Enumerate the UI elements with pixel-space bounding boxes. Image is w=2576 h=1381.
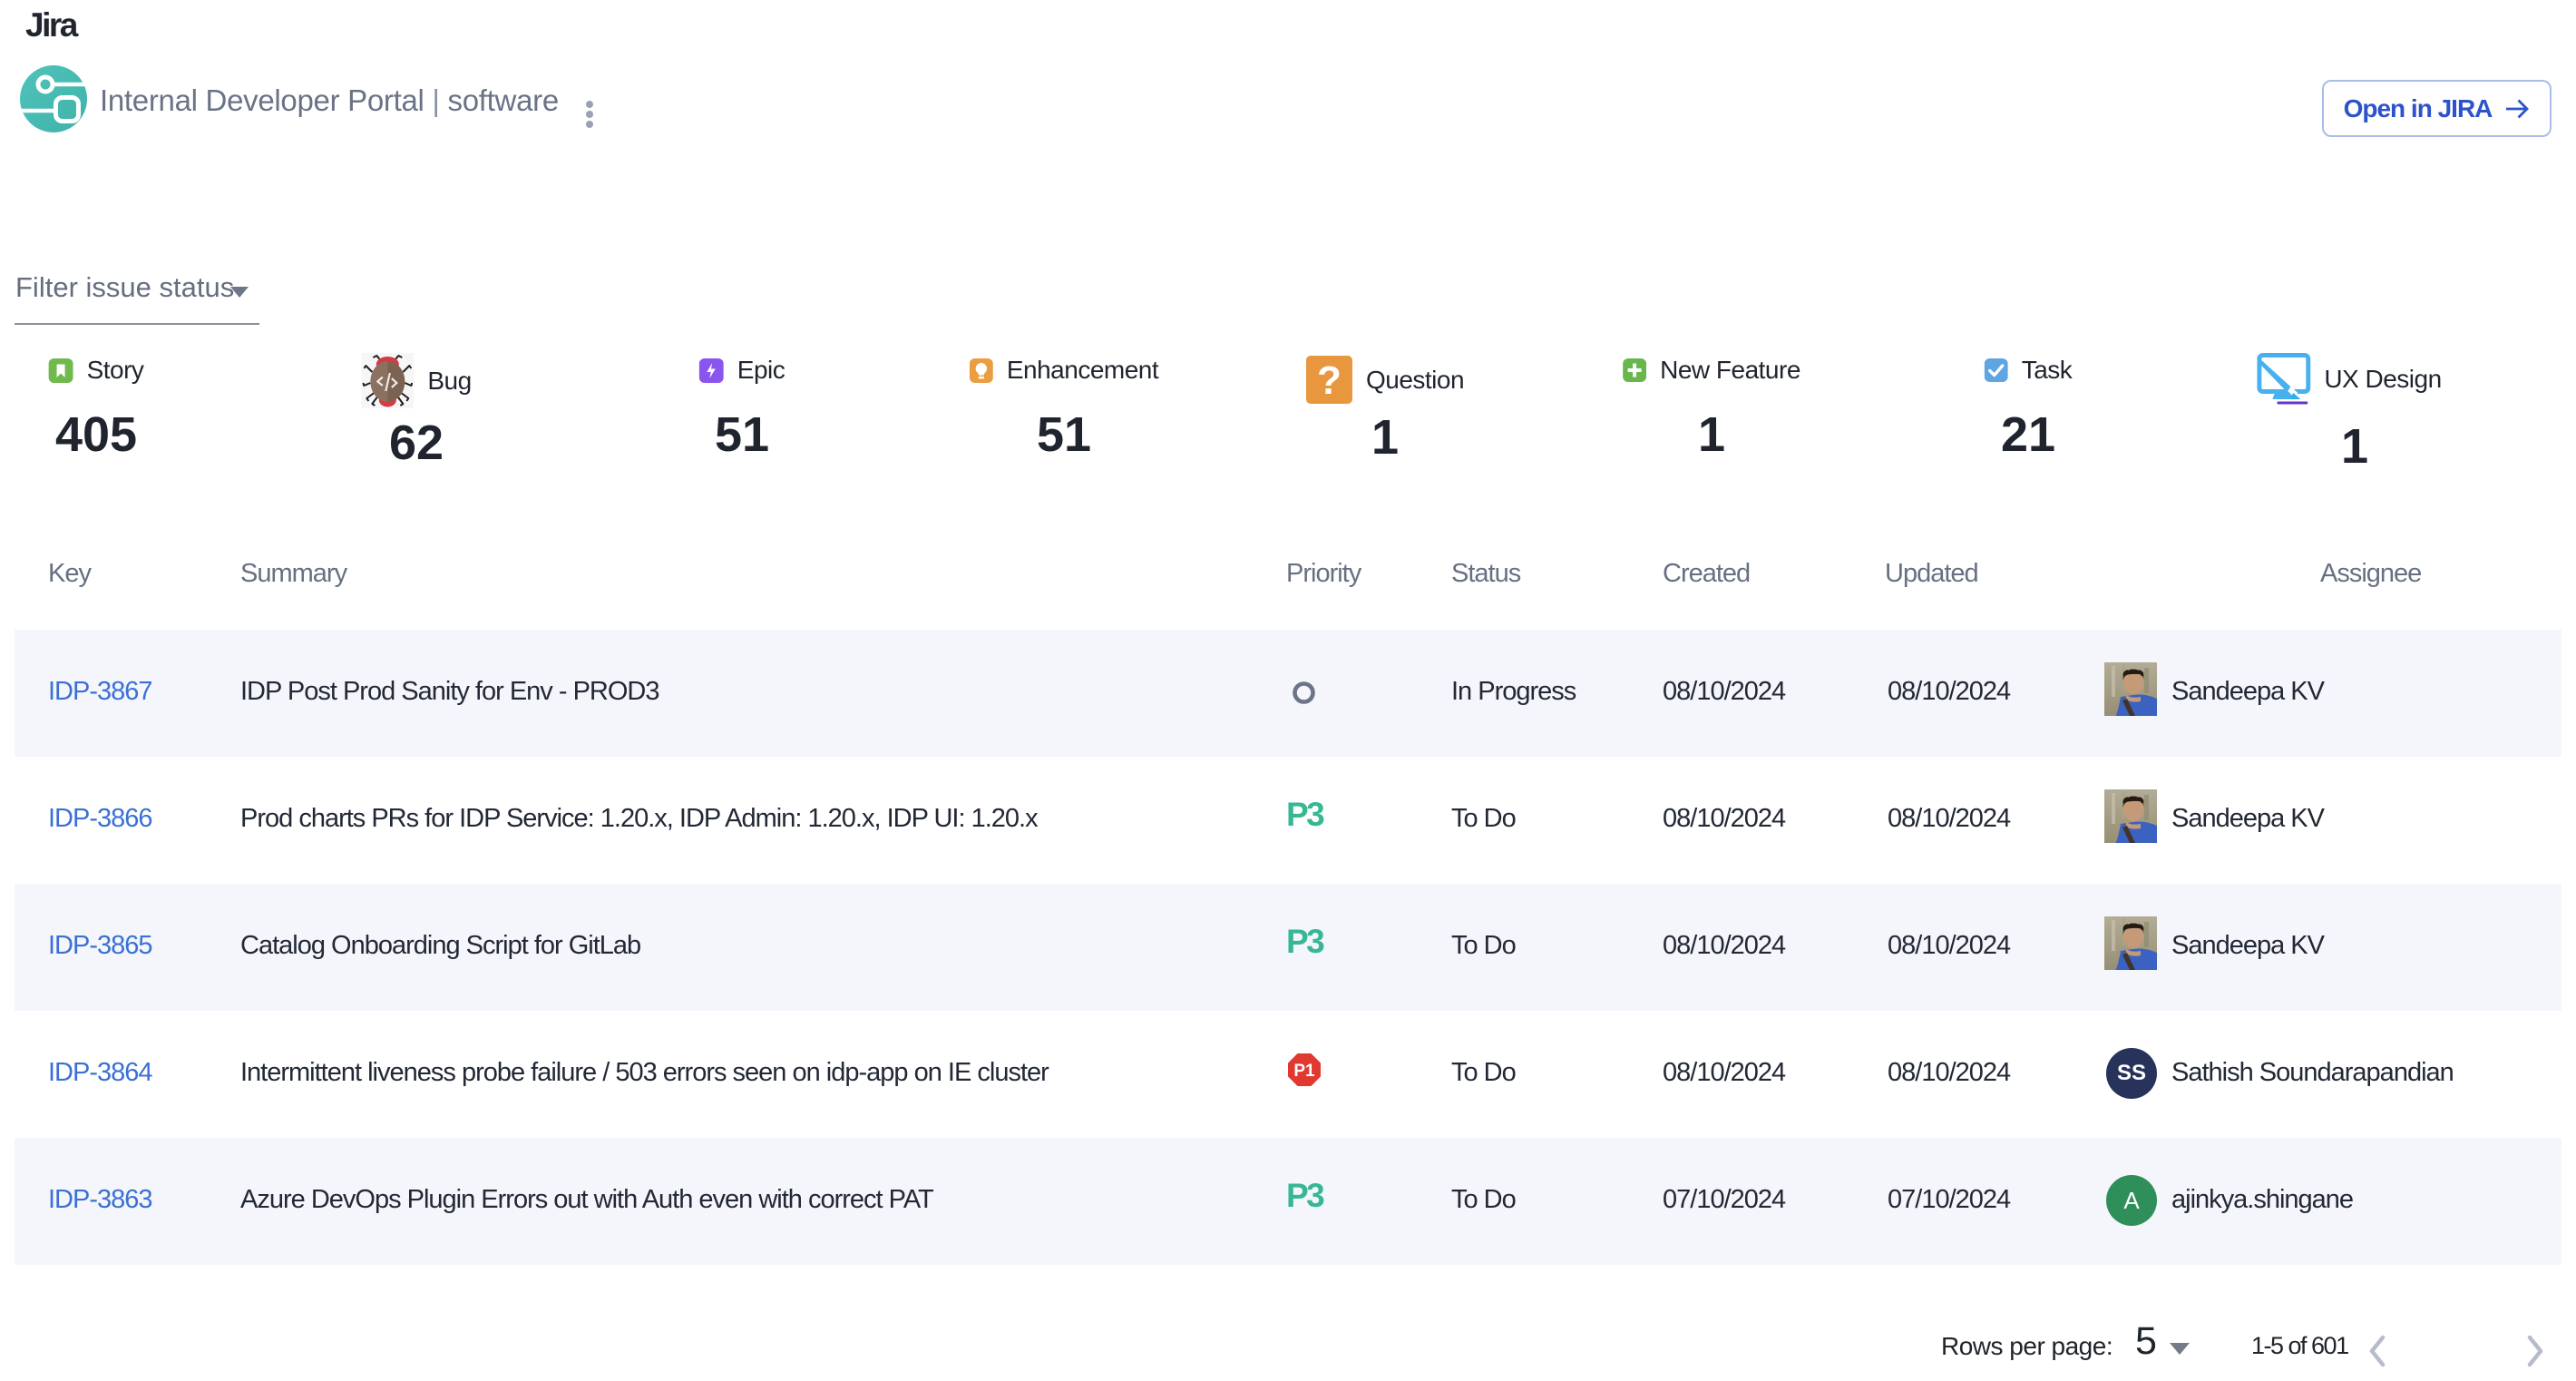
svg-text:?: ? (1317, 358, 1342, 403)
svg-text:P1: P1 (1293, 1062, 1315, 1081)
